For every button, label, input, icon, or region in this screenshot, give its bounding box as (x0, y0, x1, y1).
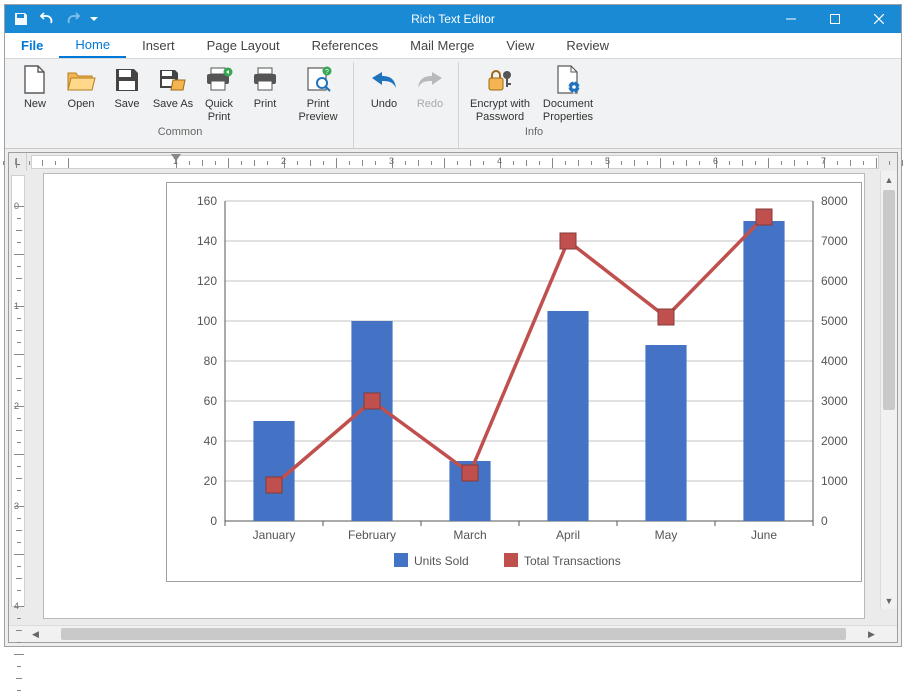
svg-text:100: 100 (197, 314, 217, 328)
save-icon (111, 64, 143, 96)
close-button[interactable] (857, 5, 901, 33)
group-label-info: Info (525, 124, 543, 141)
qat-customize-icon[interactable] (87, 7, 101, 31)
ribbon-tabstrip: File Home Insert Page Layout References … (5, 33, 901, 59)
open-button[interactable]: Open (59, 62, 103, 124)
redo-icon (414, 64, 446, 96)
doc-properties-button[interactable]: Document Properties (535, 62, 601, 124)
svg-text:May: May (655, 528, 678, 542)
scroll-left-icon[interactable]: ◀ (27, 626, 44, 642)
tab-page-layout[interactable]: Page Layout (191, 33, 296, 58)
vertical-ruler[interactable]: 01234 (11, 175, 25, 607)
document-page[interactable]: 0 20 40 60 80 100 120 140 160 0 1000 2000 3000 4000 50… (43, 173, 865, 619)
svg-text:80: 80 (204, 354, 218, 368)
chart-object[interactable]: 0 20 40 60 80 100 120 140 160 0 1000 2000 3000 4000 50… (166, 182, 862, 582)
print-preview-icon: ? (302, 64, 334, 96)
svg-text:60: 60 (204, 394, 218, 408)
ruler-corner[interactable]: L (9, 153, 27, 171)
horizontal-scrollbar[interactable]: ◀ ▶ (9, 625, 897, 642)
svg-text:March: March (453, 528, 486, 542)
svg-text:140: 140 (197, 234, 217, 248)
print-preview-button[interactable]: ? Print Preview (289, 62, 347, 124)
svg-text:April: April (556, 528, 580, 542)
svg-text:3000: 3000 (821, 394, 848, 408)
window-title: Rich Text Editor (5, 12, 901, 26)
svg-text:February: February (348, 528, 396, 542)
undo-button[interactable]: Undo (362, 62, 406, 124)
vertical-scrollbar[interactable]: ▲ ▼ (880, 171, 897, 609)
maximize-button[interactable] (813, 5, 857, 33)
svg-text:6000: 6000 (821, 274, 848, 288)
tab-file[interactable]: File (5, 33, 59, 58)
redo-qat-icon[interactable] (61, 7, 85, 31)
ribbon-group-undo: Undo Redo (353, 62, 454, 148)
tab-references[interactable]: References (296, 33, 394, 58)
page-viewport: 0 20 40 60 80 100 120 140 160 0 1000 2000 3000 4000 50… (27, 171, 897, 625)
document-area: L 11234567 01234 0 20 40 60 80 100 120 140 160 0 1… (8, 152, 898, 643)
folder-open-icon (65, 64, 97, 96)
svg-text:20: 20 (204, 474, 218, 488)
svg-text:40: 40 (204, 434, 218, 448)
undo-icon (368, 64, 400, 96)
save-as-icon (157, 64, 189, 96)
save-button[interactable]: Save (105, 62, 149, 124)
svg-text:2000: 2000 (821, 434, 848, 448)
tab-mail-merge[interactable]: Mail Merge (394, 33, 490, 58)
svg-text:5000: 5000 (821, 314, 848, 328)
svg-text:120: 120 (197, 274, 217, 288)
ribbon-group-common: New Open Save Save As Quick Print (11, 62, 349, 148)
svg-text:Total Transactions: Total Transactions (524, 554, 621, 568)
svg-text:160: 160 (197, 194, 217, 208)
save-as-button[interactable]: Save As (151, 62, 195, 124)
tab-insert[interactable]: Insert (126, 33, 191, 58)
horizontal-scroll-thumb[interactable] (61, 628, 846, 640)
lock-key-icon (484, 64, 516, 96)
group-label-common: Common (158, 124, 203, 141)
svg-text:8000: 8000 (821, 194, 848, 208)
scroll-up-icon[interactable]: ▲ (881, 171, 897, 188)
file-new-icon (19, 64, 51, 96)
scroll-right-icon[interactable]: ▶ (863, 626, 880, 642)
horizontal-ruler[interactable]: 11234567 (31, 155, 879, 169)
tab-home[interactable]: Home (59, 33, 126, 58)
print-icon (249, 64, 281, 96)
svg-text:Units Sold: Units Sold (414, 554, 469, 568)
ribbon-group-info: Encrypt with Password Document Propertie… (458, 62, 603, 148)
svg-text:?: ? (325, 69, 329, 76)
title-bar: Rich Text Editor (5, 5, 901, 33)
undo-qat-icon[interactable] (35, 7, 59, 31)
vertical-scroll-thumb[interactable] (883, 190, 895, 410)
new-button[interactable]: New (13, 62, 57, 124)
svg-text:1000: 1000 (821, 474, 848, 488)
svg-text:4000: 4000 (821, 354, 848, 368)
svg-text:January: January (253, 528, 296, 542)
svg-text:June: June (751, 528, 777, 542)
redo-button[interactable]: Redo (408, 62, 452, 124)
document-properties-icon (552, 64, 584, 96)
quick-print-button[interactable]: Quick Print (197, 62, 241, 124)
app-window: Rich Text Editor File Home Insert Page L… (4, 4, 902, 647)
save-qat-icon[interactable] (9, 7, 33, 31)
svg-text:0: 0 (210, 514, 217, 528)
svg-text:7000: 7000 (821, 234, 848, 248)
ribbon: New Open Save Save As Quick Print (5, 59, 901, 149)
tab-view[interactable]: View (490, 33, 550, 58)
quick-print-icon (203, 64, 235, 96)
minimize-button[interactable] (769, 5, 813, 33)
print-button[interactable]: Print (243, 62, 287, 124)
scroll-down-icon[interactable]: ▼ (881, 592, 897, 609)
tab-review[interactable]: Review (550, 33, 625, 58)
svg-text:0: 0 (821, 514, 828, 528)
encrypt-button[interactable]: Encrypt with Password (467, 62, 533, 124)
